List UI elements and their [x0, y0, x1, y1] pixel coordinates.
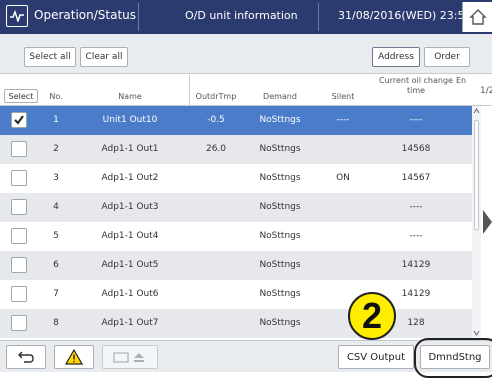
row-checkbox[interactable]	[11, 228, 27, 244]
next-page-arrow-icon[interactable]	[483, 210, 492, 234]
csv-output-button[interactable]: CSV Output	[338, 345, 414, 369]
table-row[interactable]: 6 Adp1-1 Out5 NoSttngs 14129	[0, 251, 472, 280]
row-demand: NoSttngs	[259, 318, 301, 328]
row-no: 8	[53, 318, 59, 328]
table-row[interactable]: 2 Adp1-1 Out1 26.0 NoSttngs 14568	[0, 135, 472, 164]
row-checkbox[interactable]	[11, 170, 27, 186]
row-oil: 14567	[401, 173, 431, 183]
row-name: Adp1-1 Out4	[101, 231, 159, 241]
column-oil-change-header: Current oil change time	[379, 76, 453, 95]
row-oil: ----	[409, 115, 423, 125]
row-oil: ----	[409, 202, 423, 212]
row-silent: ----	[336, 115, 350, 125]
header-bar: Operation/Status O/D unit information 31…	[0, 0, 492, 34]
page-indicator: 1/2	[480, 86, 492, 96]
row-silent: ON	[336, 173, 350, 183]
row-checkbox[interactable]	[11, 286, 27, 302]
row-oil: 14129	[401, 289, 431, 299]
row-outdrtmp: -0.5	[207, 115, 225, 125]
row-name: Adp1-1 Out1	[101, 144, 159, 154]
table-row[interactable]: 3 Adp1-1 Out2 NoSttngs ON 14567	[0, 164, 472, 193]
row-demand: NoSttngs	[259, 115, 301, 125]
header-divider	[318, 3, 319, 31]
column-demand-header: Demand	[263, 92, 297, 101]
sort-order-button[interactable]: Order	[424, 47, 470, 67]
scroll-down-icon[interactable]	[473, 330, 480, 336]
row-outdrtmp: 26.0	[205, 144, 227, 154]
row-name: Adp1-1 Out5	[101, 260, 159, 270]
row-oil: ----	[409, 231, 423, 241]
column-en-header: En	[455, 76, 467, 85]
table-header: Select No. Name OutdrTmp Demand Silent C…	[0, 74, 492, 106]
column-outdrtmp-header: OutdrTmp	[195, 92, 237, 101]
warning-button[interactable]	[54, 345, 94, 369]
row-name: Unit1 Out10	[102, 115, 158, 125]
home-icon	[468, 9, 487, 25]
table-row[interactable]: 4 Adp1-1 Out3 NoSttngs ----	[0, 193, 472, 222]
row-name: Adp1-1 Out6	[101, 289, 159, 299]
column-select-header[interactable]: Select	[4, 89, 38, 103]
column-name-header: Name	[118, 92, 142, 101]
screen-subtitle: O/D unit information	[185, 9, 298, 22]
eject-button[interactable]	[102, 345, 158, 369]
toolbar: Select all Clear all Address Order	[0, 34, 492, 74]
row-oil: 14129	[401, 260, 431, 270]
row-no: 2	[53, 144, 59, 154]
row-no: 5	[53, 231, 59, 241]
select-all-button[interactable]: Select all	[24, 47, 76, 67]
column-silent-header: Silent	[331, 92, 355, 101]
home-button[interactable]	[462, 2, 492, 32]
row-name: Adp1-1 Out3	[101, 202, 159, 212]
row-oil: 14568	[401, 144, 431, 154]
back-button[interactable]	[6, 345, 46, 369]
row-checkbox[interactable]	[11, 112, 27, 128]
warning-icon	[65, 349, 83, 365]
row-checkbox[interactable]	[11, 199, 27, 215]
step-callout-badge: 2	[348, 292, 396, 340]
page-title: Operation/Status	[34, 8, 136, 22]
row-demand: NoSttngs	[259, 173, 301, 183]
row-checkbox[interactable]	[11, 315, 27, 331]
scroll-up-icon[interactable]	[473, 108, 480, 114]
row-name: Adp1-1 Out2	[101, 173, 159, 183]
row-checkbox[interactable]	[11, 257, 27, 273]
table-row[interactable]: 8 Adp1-1 Out7 NoSttngs 128	[0, 309, 472, 338]
column-no-header: No.	[49, 92, 63, 101]
back-arrow-icon	[18, 351, 34, 363]
row-no: 7	[53, 289, 59, 299]
row-demand: NoSttngs	[259, 231, 301, 241]
column-divider	[189, 75, 190, 106]
row-demand: NoSttngs	[259, 202, 301, 212]
table-row[interactable]: 7 Adp1-1 Out6 NoSttngs 14129	[0, 280, 472, 309]
row-name: Adp1-1 Out7	[101, 318, 159, 328]
datetime-display: 31/08/2016(WED) 23:54	[338, 9, 472, 22]
vertical-scrollbar[interactable]	[472, 106, 481, 340]
row-demand: NoSttngs	[259, 289, 301, 299]
table-row[interactable]: 1 Unit1 Out10 -0.5 NoSttngs ---- ----	[0, 106, 472, 135]
scrollbar-thumb[interactable]	[474, 120, 479, 230]
table-row[interactable]: 5 Adp1-1 Out4 NoSttngs ----	[0, 222, 472, 251]
row-no: 3	[53, 173, 59, 183]
row-no: 4	[53, 202, 59, 212]
waveform-icon[interactable]	[6, 5, 28, 27]
callout-highlight	[414, 338, 492, 378]
clear-all-button[interactable]: Clear all	[80, 47, 128, 67]
row-checkbox[interactable]	[11, 141, 27, 157]
row-no: 6	[53, 260, 59, 270]
header-divider	[138, 3, 139, 31]
row-demand: NoSttngs	[259, 260, 301, 270]
check-icon	[14, 115, 24, 125]
sort-address-button[interactable]: Address	[372, 47, 420, 67]
eject-icon	[113, 352, 144, 363]
row-demand: NoSttngs	[259, 144, 301, 154]
row-no: 1	[53, 115, 59, 125]
